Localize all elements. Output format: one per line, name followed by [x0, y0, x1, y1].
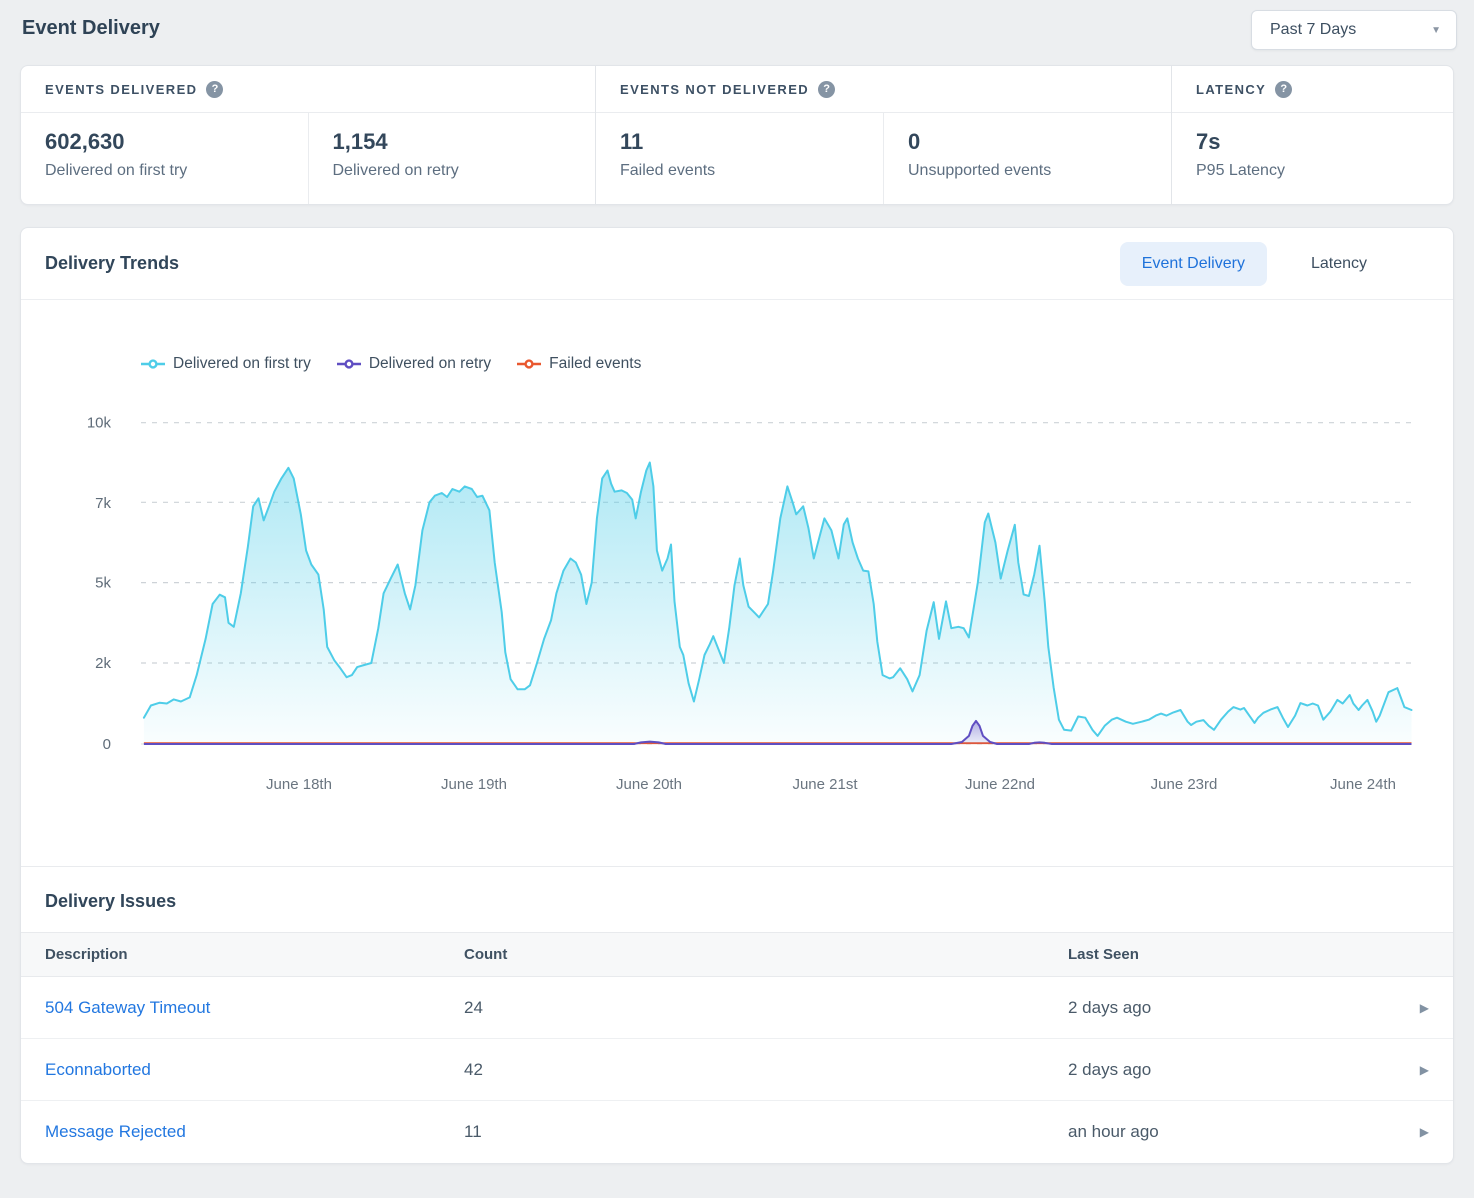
x-axis-label: June 19th — [441, 776, 507, 793]
delivery-trends-chart: 10k 7k 5k 2k 0 June 18th June 19th June … — [21, 300, 1454, 866]
stat-label: P95 Latency — [1196, 162, 1453, 180]
summary-stats-card: EVENTS DELIVERED ? 602,630 Delivered on … — [20, 65, 1454, 205]
stat-group-latency: LATENCY ? 7s P95 Latency — [1171, 66, 1453, 204]
tab-latency[interactable]: Latency — [1293, 242, 1385, 286]
stat-label: Unsupported events — [908, 162, 1171, 180]
y-axis-tick-label: 2k — [95, 655, 111, 672]
trends-header: Delivery Trends Event Delivery Latency — [21, 228, 1453, 300]
issue-count: 24 — [464, 998, 1068, 1018]
stat-label: Delivered on retry — [333, 162, 596, 180]
stat-value: 602,630 — [45, 129, 308, 155]
events-delivered-label: EVENTS DELIVERED — [45, 82, 197, 97]
trends-title: Delivery Trends — [45, 253, 179, 274]
stat-unsupported: 0 Unsupported events — [883, 113, 1171, 204]
legend-item-failed[interactable]: Failed events — [517, 355, 641, 373]
help-icon[interactable]: ? — [818, 81, 835, 98]
events-not-delivered-label: EVENTS NOT DELIVERED — [620, 82, 809, 97]
issue-last-seen: 2 days ago — [1068, 998, 1407, 1018]
issue-description-link[interactable]: Econnaborted — [45, 1060, 464, 1080]
latency-label: LATENCY — [1196, 82, 1266, 97]
chart-area: 10k 7k 5k 2k 0 June 18th June 19th June … — [21, 300, 1453, 866]
chart-legend: Delivered on first try Delivered on retr… — [141, 355, 641, 373]
issue-count: 11 — [464, 1122, 1068, 1142]
stat-value: 0 — [908, 129, 1171, 155]
chevron-right-icon[interactable]: ▶ — [1420, 1001, 1429, 1015]
chevron-right-icon[interactable]: ▶ — [1420, 1125, 1429, 1139]
stat-p95-latency: 7s P95 Latency — [1172, 113, 1453, 204]
x-axis-label: June 23rd — [1151, 776, 1218, 793]
issue-count: 42 — [464, 1060, 1068, 1080]
y-axis-tick-label: 0 — [103, 736, 111, 753]
trends-tabs: Event Delivery Latency — [1120, 242, 1429, 286]
x-axis-label: June 21st — [792, 776, 858, 793]
chevron-right-icon[interactable]: ▶ — [1420, 1063, 1429, 1077]
x-axis-label: June 24th — [1330, 776, 1396, 793]
tab-event-delivery[interactable]: Event Delivery — [1120, 242, 1267, 286]
stat-label: Delivered on first try — [45, 162, 308, 180]
page-title: Event Delivery — [22, 17, 160, 40]
stat-value: 1,154 — [333, 129, 596, 155]
issue-last-seen: an hour ago — [1068, 1122, 1407, 1142]
table-row[interactable]: 504 Gateway Timeout 24 2 days ago ▶ — [21, 977, 1453, 1039]
legend-label: Failed events — [549, 355, 641, 373]
help-icon[interactable]: ? — [1275, 81, 1292, 98]
y-axis-tick-label: 7k — [95, 495, 111, 512]
legend-marker-icon — [517, 358, 541, 370]
legend-item-retry[interactable]: Delivered on retry — [337, 355, 491, 373]
column-header-description: Description — [45, 946, 464, 963]
x-axis-label: June 22nd — [965, 776, 1035, 793]
legend-marker-icon — [141, 358, 165, 370]
stat-failed: 11 Failed events — [596, 113, 883, 204]
delivery-issues-section: Delivery Issues Description Count Last S… — [21, 866, 1453, 1163]
chevron-down-icon: ▼ — [1431, 25, 1441, 36]
x-axis-label: June 18th — [266, 776, 332, 793]
stat-group-events-not-delivered: EVENTS NOT DELIVERED ? 11 Failed events … — [595, 66, 1171, 204]
column-header-count: Count — [464, 946, 1068, 963]
legend-label: Delivered on retry — [369, 355, 491, 373]
stat-label: Failed events — [620, 162, 883, 180]
table-row[interactable]: Econnaborted 42 2 days ago ▶ — [21, 1039, 1453, 1101]
issues-table-header: Description Count Last Seen — [21, 932, 1453, 977]
help-icon[interactable]: ? — [206, 81, 223, 98]
legend-label: Delivered on first try — [173, 355, 311, 373]
y-axis-tick-label: 10k — [87, 415, 112, 432]
x-axis-label: June 20th — [616, 776, 682, 793]
delivery-issues-title: Delivery Issues — [45, 891, 176, 911]
stat-group-events-delivered: EVENTS DELIVERED ? 602,630 Delivered on … — [21, 66, 595, 204]
stat-retry: 1,154 Delivered on retry — [308, 113, 596, 204]
top-bar: Event Delivery Past 7 Days ▼ — [0, 0, 1474, 65]
stat-value: 11 — [620, 129, 883, 155]
legend-marker-icon — [337, 358, 361, 370]
first-try-area-path — [144, 463, 1412, 745]
issue-description-link[interactable]: Message Rejected — [45, 1122, 464, 1142]
issue-last-seen: 2 days ago — [1068, 1060, 1407, 1080]
table-row[interactable]: Message Rejected 11 an hour ago ▶ — [21, 1101, 1453, 1163]
legend-item-first-try[interactable]: Delivered on first try — [141, 355, 311, 373]
column-header-last-seen: Last Seen — [1068, 946, 1407, 963]
delivery-trends-card: Delivery Trends Event Delivery Latency — [20, 227, 1454, 1164]
y-axis-tick-label: 5k — [95, 575, 111, 592]
issue-description-link[interactable]: 504 Gateway Timeout — [45, 998, 464, 1018]
time-range-value: Past 7 Days — [1270, 21, 1356, 39]
time-range-dropdown[interactable]: Past 7 Days ▼ — [1251, 10, 1457, 50]
stat-value: 7s — [1196, 129, 1453, 155]
stat-first-try: 602,630 Delivered on first try — [21, 113, 308, 204]
